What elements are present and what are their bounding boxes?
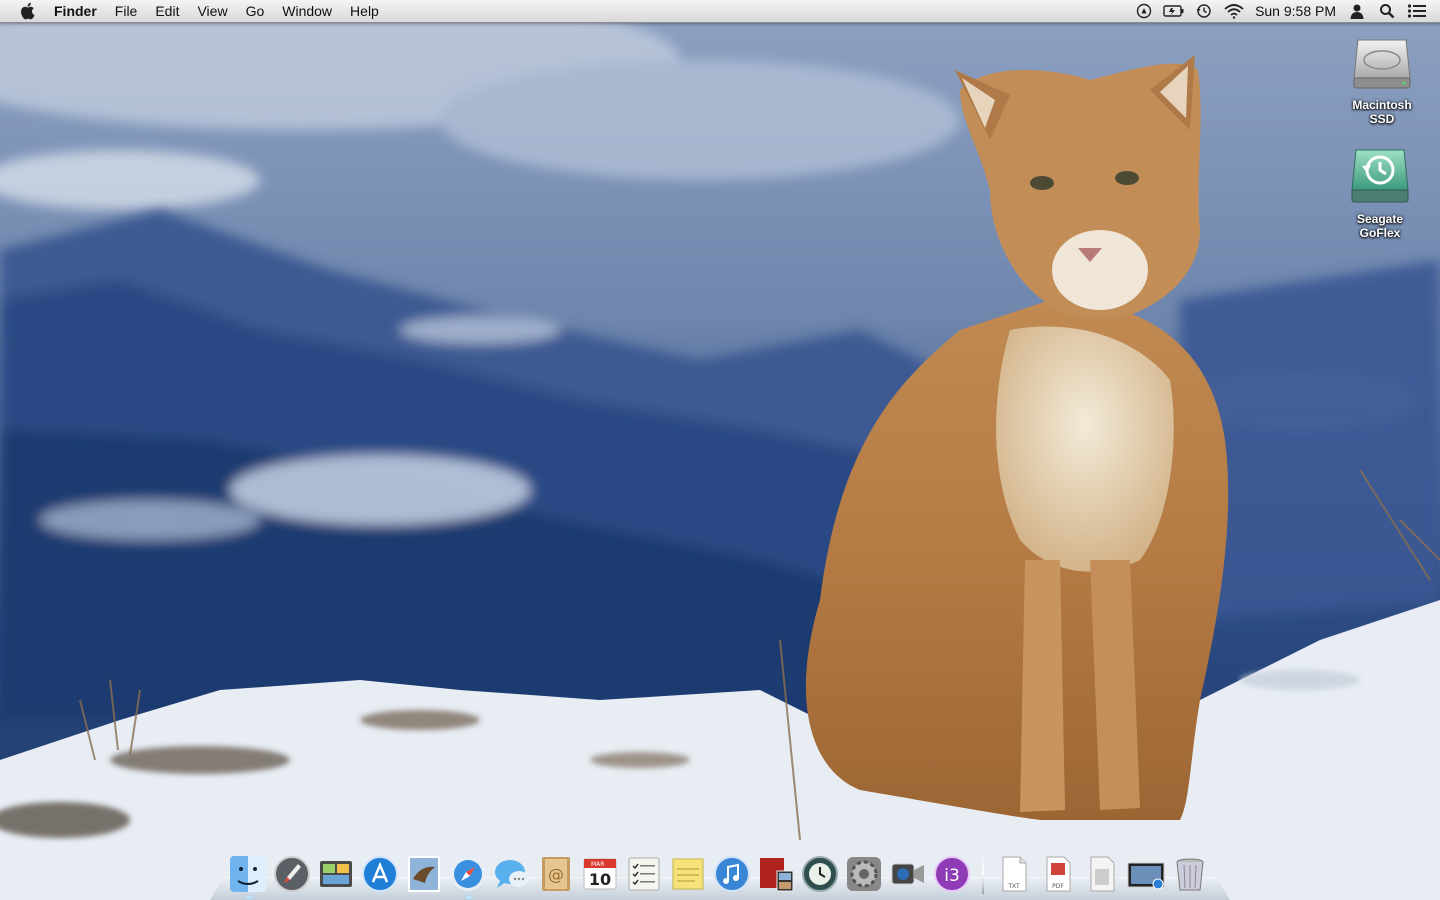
calendar-day: 10 (589, 870, 611, 889)
menu-clock[interactable]: Sun 9:58 PM (1249, 0, 1342, 22)
desktop-icon-label: Macintosh SSD (1352, 98, 1412, 126)
menu-app-name[interactable]: Finder (54, 0, 106, 22)
svg-text:i3: i3 (944, 866, 960, 886)
notification-center-icon[interactable] (1406, 0, 1428, 22)
calendar-icon[interactable]: MAR 10 (580, 854, 620, 894)
reminders-icon[interactable] (624, 854, 664, 894)
dock-separator (982, 854, 984, 894)
pdf-document-icon[interactable]: PDF (1038, 854, 1078, 894)
menu-go[interactable]: Go (237, 0, 274, 22)
messages-icon[interactable] (492, 854, 532, 894)
airplay-icon[interactable] (1133, 0, 1155, 22)
calendar-month: MAR (591, 861, 604, 868)
launchpad-icon[interactable] (272, 854, 312, 894)
battery-icon[interactable] (1163, 0, 1185, 22)
system-preferences-icon[interactable] (844, 854, 884, 894)
contacts-icon[interactable]: @ (536, 854, 576, 894)
wifi-icon[interactable] (1223, 0, 1245, 22)
desktop-wallpaper (0, 0, 1440, 900)
svg-text:@: @ (548, 865, 564, 884)
notes-icon[interactable] (668, 854, 708, 894)
menu-help[interactable]: Help (341, 0, 388, 22)
dock: @ MAR 10 i3 TXT PDF (210, 846, 1230, 900)
app-store-icon[interactable] (360, 854, 400, 894)
time-machine-drive-icon (1348, 144, 1412, 208)
desktop-icon-label: Seagate GoFlex (1356, 212, 1404, 240)
finder-running-indicator (246, 896, 252, 899)
facetime-icon[interactable] (888, 854, 928, 894)
txt-label: TXT (1007, 883, 1020, 890)
itunes-icon[interactable] (712, 854, 752, 894)
photo-booth-icon[interactable] (756, 854, 796, 894)
desktop-icon-seagate-goflex[interactable]: Seagate GoFlex (1335, 144, 1425, 240)
finder-icon[interactable] (228, 854, 268, 894)
txt-document-icon[interactable]: TXT (994, 854, 1034, 894)
menu-edit[interactable]: Edit (146, 0, 188, 22)
menu-window[interactable]: Window (273, 0, 341, 22)
pdf-label: PDF (1052, 883, 1064, 890)
desktop-icon-macintosh-ssd[interactable]: Macintosh SSD (1337, 30, 1427, 126)
menu-view[interactable]: View (188, 0, 236, 22)
document-icon[interactable] (1082, 854, 1122, 894)
time-machine-icon[interactable] (1193, 0, 1215, 22)
trash-icon[interactable] (1170, 854, 1210, 894)
menu-extras: Sun 9:58 PM (1129, 0, 1440, 22)
mail-icon[interactable] (404, 854, 444, 894)
time-machine-app-icon[interactable] (800, 854, 840, 894)
hard-drive-icon (1350, 30, 1414, 94)
safari-icon[interactable] (448, 854, 488, 894)
safari-running-indicator (466, 896, 472, 899)
menu-file[interactable]: File (106, 0, 147, 22)
screenshot-icon[interactable] (1126, 854, 1166, 894)
user-icon[interactable] (1346, 0, 1368, 22)
ibooks-icon[interactable]: i3 (932, 854, 972, 894)
image-capture-icon[interactable] (316, 854, 356, 894)
spotlight-icon[interactable] (1376, 0, 1398, 22)
apple-menu-icon[interactable] (0, 0, 54, 22)
menu-bar: Finder File Edit View Go Window Help Sun… (0, 0, 1440, 23)
